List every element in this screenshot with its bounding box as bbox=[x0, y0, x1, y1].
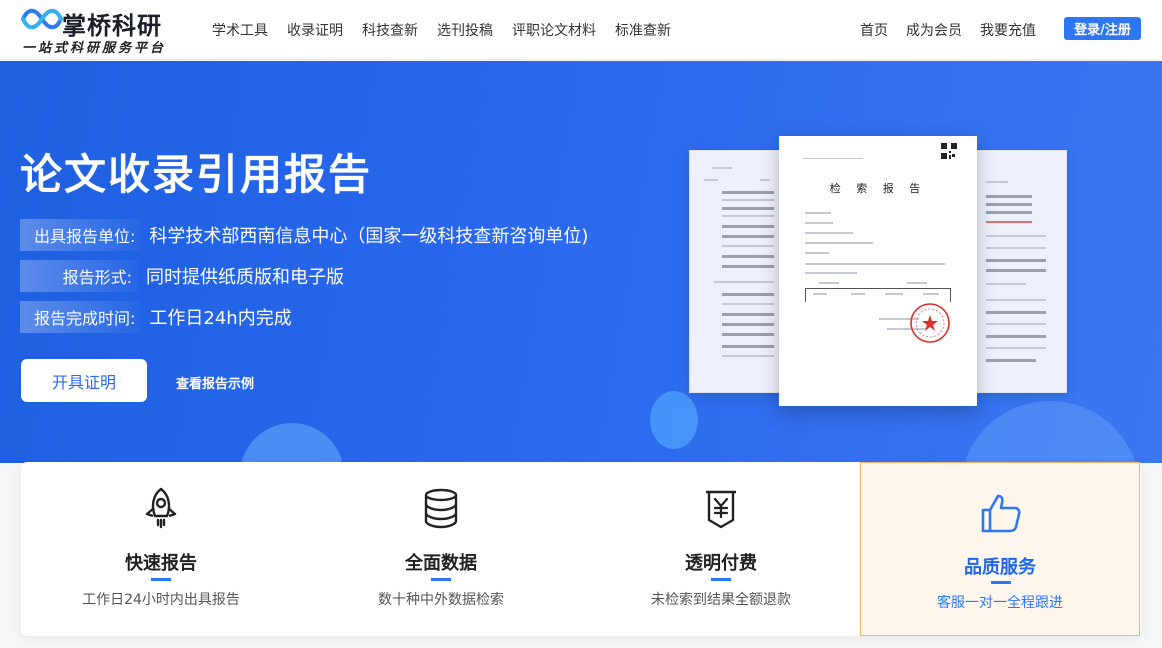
feature-underline bbox=[151, 578, 171, 581]
nav-item-inclusion-proof[interactable]: 收录证明 bbox=[287, 20, 343, 40]
yuan-receipt-icon bbox=[706, 490, 736, 529]
feature-title: 透明付费 bbox=[685, 553, 757, 574]
feature-title: 全面数据 bbox=[405, 553, 477, 574]
info-value: 同时提供纸质版和电子版 bbox=[146, 267, 344, 288]
feature-desc: 工作日24小时内出具报告 bbox=[82, 592, 240, 608]
feature-title: 品质服务 bbox=[964, 557, 1036, 578]
decor-bubble bbox=[240, 423, 344, 463]
decor-bubble bbox=[650, 391, 698, 449]
red-seal-stamp bbox=[910, 303, 950, 343]
feature-comprehensive-data[interactable]: 全面数据 数十种中外数据检索 bbox=[301, 462, 581, 636]
feature-quality-service[interactable]: 品质服务 客服一对一全程跟进 bbox=[860, 462, 1140, 636]
logo-wave-icon bbox=[21, 8, 63, 30]
info-row-issuer: 出具报告单位: 科学技术部西南信息中心（国家一级科技查新咨询单位) bbox=[20, 219, 588, 251]
site-logo[interactable]: 掌桥科研 一站式科研服务平台 bbox=[20, 4, 180, 56]
rocket-icon bbox=[145, 487, 177, 529]
logo-slogan: 一站式科研服务平台 bbox=[22, 41, 167, 56]
feature-desc: 未检索到结果全额退款 bbox=[651, 592, 791, 608]
nav-item-journal-submission[interactable]: 选刊投稿 bbox=[437, 20, 493, 40]
feature-title: 快速报告 bbox=[125, 553, 197, 574]
view-report-example-link[interactable]: 查看报告示例 bbox=[176, 373, 254, 392]
info-value: 工作日24h内完成 bbox=[149, 308, 292, 329]
info-row-format: 报告形式: 同时提供纸质版和电子版 bbox=[20, 260, 344, 292]
info-label: 报告形式: bbox=[20, 260, 138, 292]
hero-banner: 论文收录引用报告 出具报告单位: 科学技术部西南信息中心（国家一级科技查新咨询单… bbox=[0, 61, 1162, 463]
info-label: 出具报告单位: bbox=[20, 219, 142, 251]
issue-certificate-button[interactable]: 开具证明 bbox=[21, 359, 147, 402]
report-doc-title: 检 索 报 告 bbox=[829, 182, 927, 195]
logo-name: 掌桥科研 bbox=[62, 12, 162, 40]
feature-fast-report[interactable]: 快速报告 工作日24小时内出具报告 bbox=[21, 462, 301, 636]
feature-underline bbox=[991, 581, 1011, 584]
feature-cards: 快速报告 工作日24小时内出具报告 全面数据 数十种中外数据检索 透明付费 未检… bbox=[21, 462, 1141, 636]
decor-bubble bbox=[960, 401, 1140, 463]
nav-item-recharge[interactable]: 我要充值 bbox=[980, 20, 1036, 40]
feature-underline bbox=[711, 578, 731, 581]
info-value: 科学技术部西南信息中心（国家一级科技查新咨询单位) bbox=[149, 226, 589, 247]
nav-item-academic-tools[interactable]: 学术工具 bbox=[212, 20, 268, 40]
report-sample-left bbox=[689, 150, 781, 393]
feature-underline bbox=[431, 578, 451, 581]
info-row-time: 报告完成时间: 工作日24h内完成 bbox=[20, 301, 292, 333]
database-icon bbox=[424, 488, 458, 529]
nav-item-standard-search[interactable]: 标准查新 bbox=[615, 20, 671, 40]
qr-code-icon bbox=[940, 142, 958, 160]
nav-item-title-paper-materials[interactable]: 评职论文材料 bbox=[512, 20, 596, 40]
feature-desc: 数十种中外数据检索 bbox=[378, 592, 504, 608]
feature-desc: 客服一对一全程跟进 bbox=[937, 595, 1063, 611]
hero-title: 论文收录引用报告 bbox=[20, 150, 373, 199]
main-nav: 学术工具 收录证明 科技查新 选刊投稿 评职论文材料 标准查新 bbox=[212, 20, 671, 40]
user-nav: 首页 成为会员 我要充值 bbox=[860, 20, 1036, 40]
nav-item-home[interactable]: 首页 bbox=[860, 20, 888, 40]
report-sample-front: 检 索 报 告 bbox=[779, 136, 977, 406]
feature-transparent-payment[interactable]: 透明付费 未检索到结果全额退款 bbox=[581, 462, 861, 636]
top-header: 掌桥科研 一站式科研服务平台 学术工具 收录证明 科技查新 选刊投稿 评职论文材… bbox=[0, 0, 1162, 60]
nav-item-novelty-search[interactable]: 科技查新 bbox=[362, 20, 418, 40]
login-register-button[interactable]: 登录/注册 bbox=[1064, 17, 1141, 40]
nav-item-membership[interactable]: 成为会员 bbox=[906, 20, 962, 40]
report-sample-right bbox=[975, 150, 1067, 393]
thumbs-up-icon bbox=[981, 494, 1021, 533]
info-label: 报告完成时间: bbox=[20, 301, 142, 333]
